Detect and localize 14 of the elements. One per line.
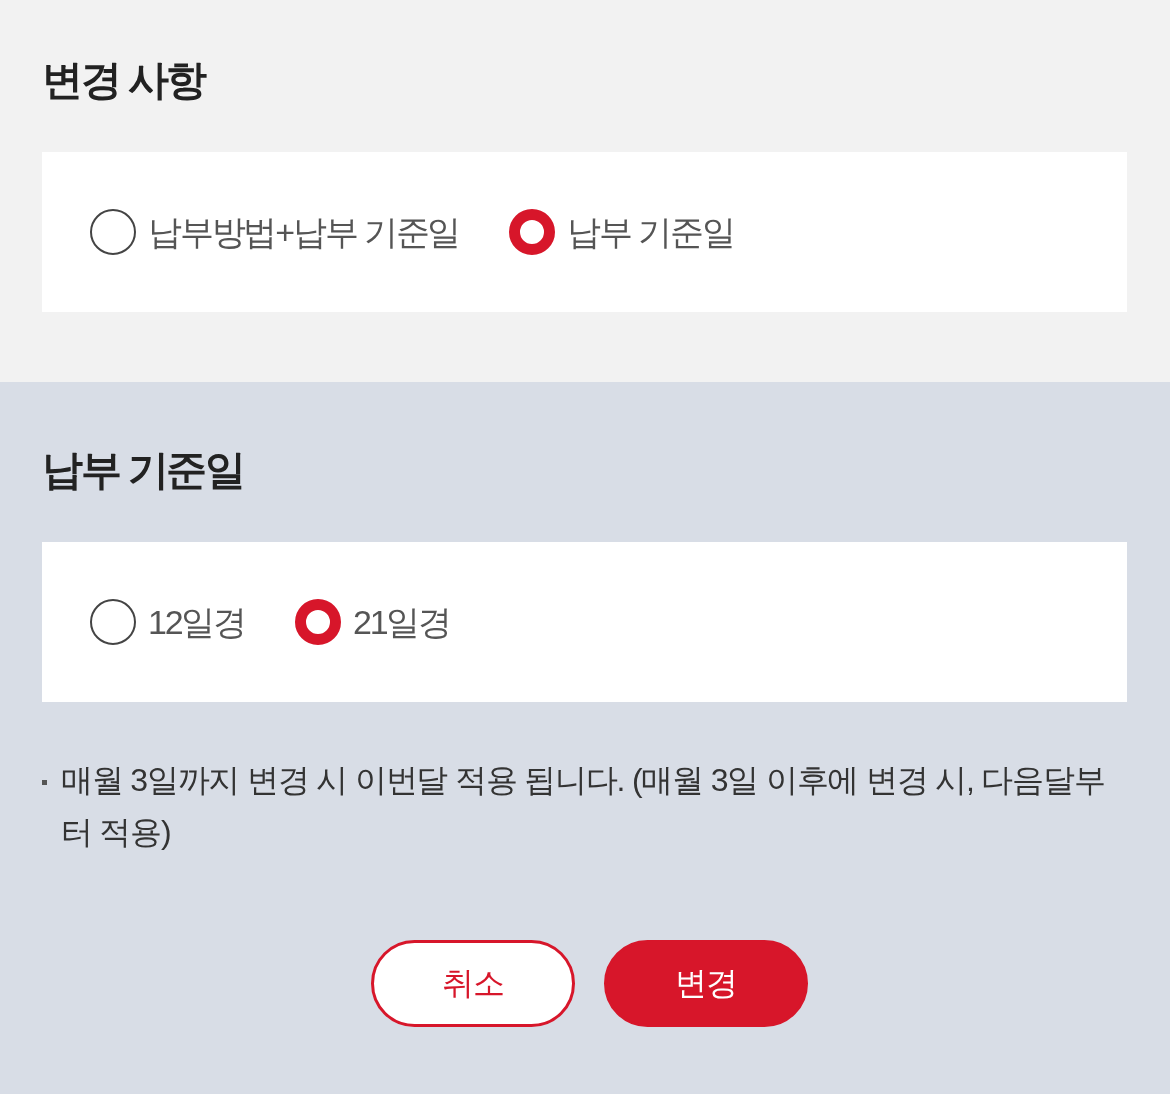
option-label[interactable]: 12일경 [148, 599, 246, 645]
radio-button[interactable] [295, 599, 342, 645]
option-label[interactable]: 납부 기준일 [567, 209, 734, 255]
note-text: 매월 3일까지 변경 시 이번달 적용 됩니다. (매월 3일 이후에 변경 시, 다음달부터 적용) [61, 761, 1106, 852]
radio-button[interactable] [509, 209, 556, 255]
option-label[interactable]: 납부방법+납부 기준일 [148, 209, 460, 255]
confirm-button[interactable]: 변경 [604, 940, 808, 1027]
bullet-icon [42, 780, 47, 785]
cancel-button[interactable]: 취소 [371, 940, 575, 1027]
section-title: 납부 기준일 [42, 446, 244, 495]
radio-button[interactable] [90, 209, 136, 255]
option-label[interactable]: 21일경 [353, 599, 451, 645]
radio-button[interactable] [90, 599, 136, 645]
section-title: 변경 사항 [42, 56, 205, 105]
